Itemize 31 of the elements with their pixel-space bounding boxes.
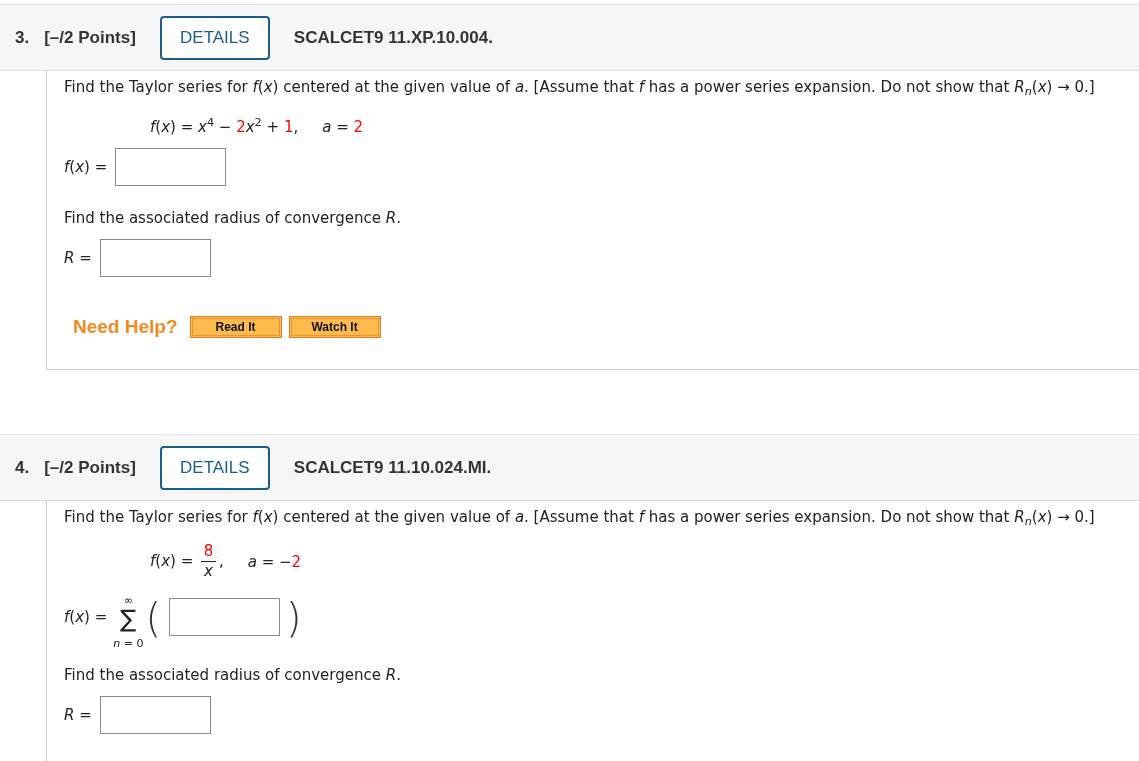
question-prompt: Find the Taylor series for f(x) centered at the given value of a. [Assume that f has a power series expansion. Do not show that R$_{n}$(x) → 0.] [64, 507, 1095, 527]
question-number: 3. [15, 26, 30, 49]
help-button[interactable]: Read It [189, 316, 282, 338]
sum-upper-limit: ∞ [123, 595, 133, 606]
answer-label: f(x) = [64, 607, 108, 627]
answer-field[interactable] [169, 598, 281, 636]
answer-field[interactable] [99, 696, 211, 734]
sigma-symbol: ∑ [120, 606, 137, 632]
answer-field[interactable] [115, 148, 227, 186]
center-value: a = −2 [247, 551, 302, 572]
details-button[interactable]: DETAILS [159, 445, 270, 490]
points-label: [–/2 Points] [44, 456, 136, 479]
answer-label: R = [64, 705, 92, 725]
details-button[interactable]: DETAILS [159, 15, 270, 60]
answer-label: R = [64, 248, 92, 268]
function-formula: f(x) = x$^{4}$ − 2x$^{2}$ + 1, [150, 117, 299, 137]
question-prompt: Find the associated radius of convergence R. [64, 665, 401, 685]
sum-lower-limit: n = 0 [113, 638, 144, 650]
help-button[interactable]: Watch It [288, 316, 381, 338]
need-help-label: Need Help? [73, 315, 178, 339]
question-code: SCALCET9 11.XP.10.004. [293, 26, 493, 49]
close-parenthesis: ) [286, 595, 302, 641]
points-label: [–/2 Points] [44, 26, 136, 49]
question-prompt: Find the associated radius of convergence R. [64, 208, 401, 228]
question-number: 4. [15, 456, 30, 479]
center-value: a = 2 [322, 117, 364, 137]
answer-field[interactable] [99, 239, 211, 277]
question-code: SCALCET9 11.10.024.MI. [293, 456, 492, 479]
open-parenthesis: ( [145, 595, 162, 641]
question-prompt: Find the Taylor series for f(x) centered at the given value of a. [Assume that f has a power series expansion. Do not show that R$_{n}$(x) → 0.] [64, 77, 1095, 97]
answer-label: f(x) = [64, 157, 108, 177]
